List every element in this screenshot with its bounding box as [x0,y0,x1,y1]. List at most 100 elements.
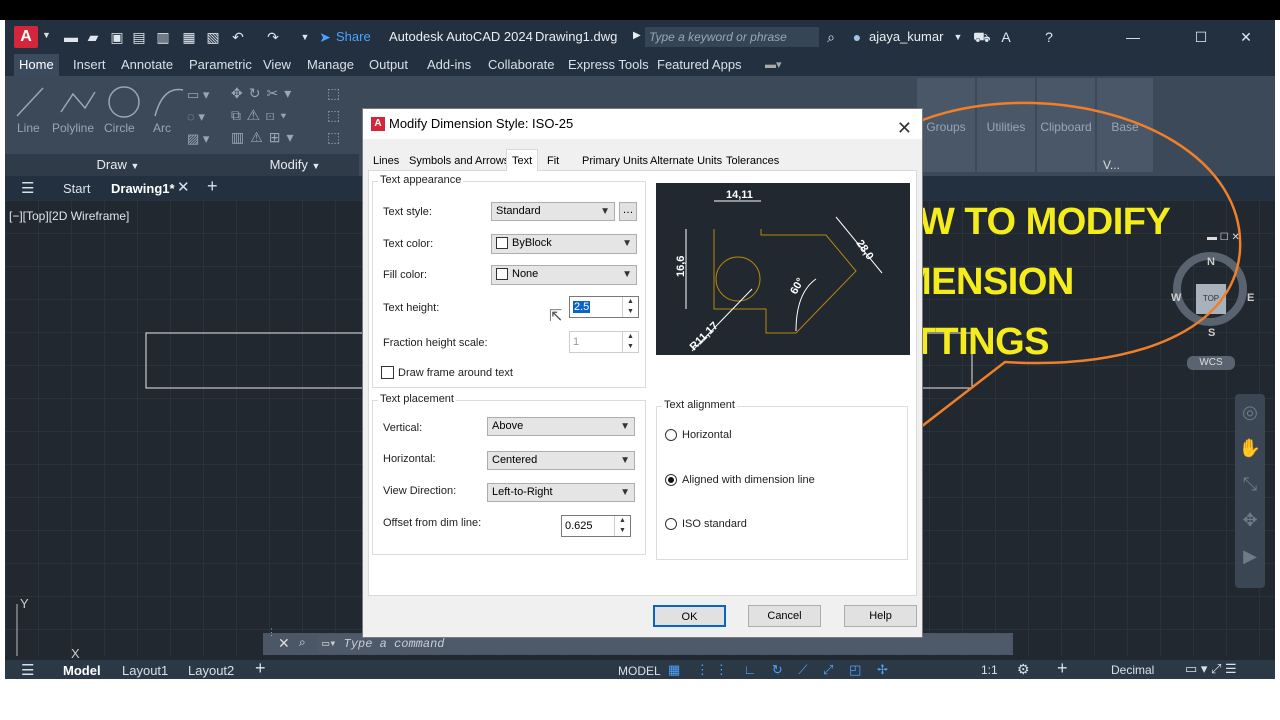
help-icon[interactable]: ? [1041,29,1057,45]
text-style-select[interactable]: Standard ▼ [491,202,615,221]
file-tab-start[interactable]: Start [63,181,90,196]
open-icon[interactable]: ▰ [85,29,101,45]
tab-express-tools[interactable]: Express Tools [568,54,649,76]
chevron-right-icon[interactable]: ▶ [633,30,641,41]
annotation-scale[interactable]: 1:1 [981,663,998,677]
undo-icon[interactable]: ↶ [230,29,246,45]
app-menu-button[interactable]: A [14,26,38,48]
text-height-spinner[interactable]: 2.5 ▲ ▼ [569,296,639,318]
tab-lines[interactable]: Lines [373,152,399,170]
cmd-search-icon[interactable]: ⌕ [299,635,306,650]
ribbon-tabs: Home Insert Annotate Parametric View Man… [5,54,1275,76]
publish-icon[interactable]: ▥ [155,29,171,45]
settings-gear-icon[interactable]: ⚙ [1017,661,1030,678]
tab-primary-units[interactable]: Primary Units [582,152,648,170]
tab-manage[interactable]: Manage [307,54,354,76]
tab-collaborate[interactable]: Collaborate [488,54,555,76]
new-icon[interactable]: ▬ [63,29,79,45]
horizontal-radio[interactable] [665,429,677,441]
user-icon[interactable]: ● [849,29,865,45]
tab-layout1[interactable]: Layout1 [122,663,168,678]
ok-button[interactable]: OK [653,605,726,627]
fill-color-select[interactable]: None ▼ [491,265,637,285]
tab-symbols-arrows[interactable]: Symbols and Arrows [409,152,509,170]
close-icon[interactable]: ✕ [1238,29,1254,45]
modify-tool-icons[interactable]: ✥↻✂▾ ⧉⚠⊡▾ ▥⚠⊞▾ [231,82,323,148]
help-button[interactable]: Help [844,605,917,627]
units-menu[interactable]: Decimal [1111,663,1154,677]
cancel-button[interactable]: Cancel [748,605,821,627]
tab-alternate-units[interactable]: Alternate Units [650,152,722,170]
spin-up-icon[interactable]: ▲ [622,332,638,342]
arc-tool-label[interactable]: Arc [153,121,171,135]
upload-icon[interactable]: ▦ [181,29,197,45]
status-toggle-icons[interactable]: ▦ ⋮⋮ ∟ ↻ ⟋ ⤢ ◰ ✢ [668,662,894,678]
tab-insert[interactable]: Insert [73,54,106,76]
view-direction-select[interactable]: Left-to-Right ▼ [487,483,635,502]
save-as-icon[interactable]: ▤ [131,29,147,45]
file-tab-drawing1[interactable]: Drawing1* [111,181,175,196]
cmd-grip-icon[interactable]: ⋮ [267,627,276,638]
tab-home[interactable]: Home [14,54,59,76]
tab-annotate[interactable]: Annotate [121,54,173,76]
spin-down-icon[interactable]: ▼ [614,526,630,536]
spin-down-icon[interactable]: ▼ [622,342,638,352]
title-bar: A ▼ ▬ ▰ ▣ ▤ ▥ ▦ ▧ ↶ ↷ ▼ ➤ Share Autodesk… [5,20,1275,54]
cmd-close-icon[interactable]: ✕ [278,635,290,652]
close-tab-icon[interactable]: ✕ [177,178,190,196]
minimize-icon[interactable]: — [1125,29,1141,45]
tab-featured-apps[interactable]: Featured Apps [657,54,742,76]
app-menu-chevron-icon[interactable]: ▼ [42,30,51,40]
user-name[interactable]: ajaya_kumar [869,29,943,44]
ribbon-toggle-icon[interactable]: ▬▾ [765,58,782,71]
redo-icon[interactable]: ↷ [265,29,281,45]
line-tool-label[interactable]: Line [17,121,40,135]
small-draw-icons[interactable]: ▭ ▾ ◌ ▾ ▨ ▾ [187,84,227,146]
search-icon[interactable]: ⌕ [823,29,839,45]
tab-tolerances[interactable]: Tolerances [726,152,779,170]
print-icon[interactable]: ▧ [205,29,221,45]
iso-standard-radio[interactable] [665,518,677,530]
status-misc-icons[interactable]: ▭ ▾ ⤢ ☰ [1185,661,1237,677]
horizontal-select[interactable]: Centered ▼ [487,451,635,470]
status-plus-icon[interactable]: + [1057,658,1068,679]
tab-model[interactable]: Model [63,663,101,678]
modify-panel-title[interactable]: Modify ▼ [231,154,359,176]
text-color-select[interactable]: ByBlock ▼ [491,234,637,254]
search-input[interactable]: Type a keyword or phrase [645,27,819,47]
hamburger-menu-icon[interactable]: ☰ [21,179,34,197]
tab-text[interactable]: Text [506,149,539,171]
vertical-select[interactable]: Above ▼ [487,417,635,436]
tab-add-ins[interactable]: Add-ins [427,54,471,76]
tab-parametric[interactable]: Parametric [189,54,252,76]
dialog-close-icon[interactable]: ✕ [897,113,912,143]
maximize-icon[interactable]: ☐ [1193,29,1209,45]
offset-spinner[interactable]: 0.625 ▲ ▼ [561,515,631,537]
tab-view[interactable]: View [263,54,291,76]
cart-icon[interactable]: ⛟ [973,29,991,45]
draw-frame-checkbox[interactable] [381,366,394,379]
circle-tool-label[interactable]: Circle [104,121,135,135]
model-space-button[interactable]: MODEL [618,664,661,678]
tab-output[interactable]: Output [369,54,408,76]
save-icon[interactable]: ▣ [109,29,125,45]
spin-up-icon[interactable]: ▲ [622,297,638,307]
add-layout-icon[interactable]: + [255,658,266,679]
tab-fit[interactable]: Fit [547,152,559,170]
layout-menu-icon[interactable]: ☰ [21,661,34,679]
spin-up-icon[interactable]: ▲ [614,516,630,526]
share-button[interactable]: Share [336,29,371,44]
new-tab-plus-icon[interactable]: + [207,176,218,197]
fraction-height-spinner[interactable]: 1 ▲ ▼ [569,331,639,353]
text-style-browse-button[interactable]: … [619,202,637,221]
autodesk-a-icon[interactable]: A [998,29,1014,45]
spin-down-icon[interactable]: ▼ [622,307,638,317]
aligned-radio[interactable] [665,474,677,486]
modify-more-icons[interactable]: ⬚ ⬚ ⬚ [327,82,357,148]
share-icon[interactable]: ➤ [317,29,333,45]
qat-chevron-icon[interactable]: ▼ [297,29,313,45]
draw-panel-title[interactable]: Draw ▼ [5,154,231,176]
polyline-tool-label[interactable]: Polyline [52,121,94,135]
user-chevron-icon[interactable]: ▼ [950,29,966,45]
tab-layout2[interactable]: Layout2 [188,663,234,678]
